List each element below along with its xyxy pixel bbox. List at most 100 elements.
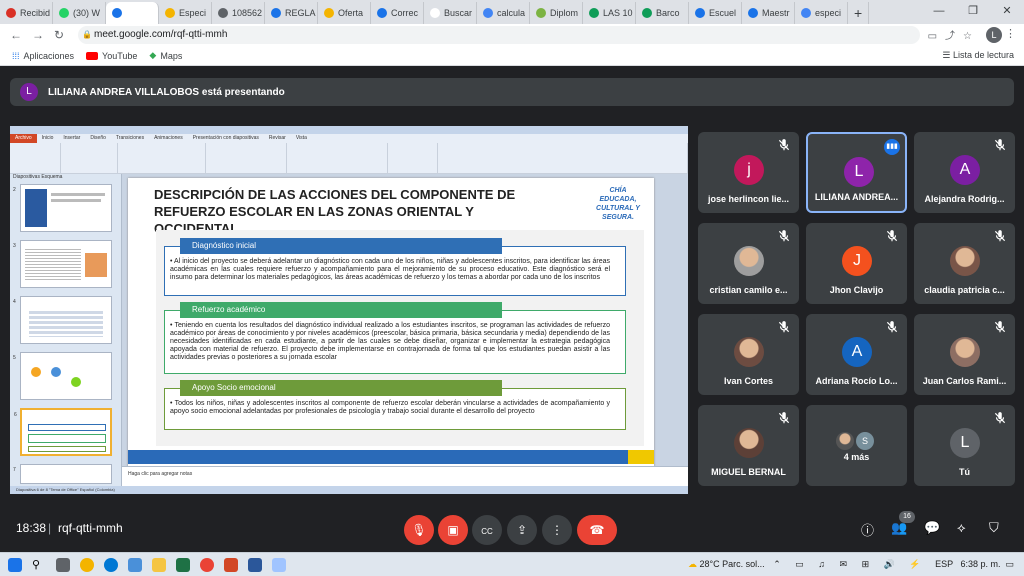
leave-call-button[interactable]: ☎ xyxy=(577,515,617,545)
tray-icons[interactable]: ⌃ ▭ ♫ ✉ ⊞ 🔊 ⚡ xyxy=(773,559,935,569)
browser-tab[interactable]: especi xyxy=(795,2,848,24)
mic-muted-icon xyxy=(777,320,791,334)
file-explorer-icon[interactable] xyxy=(152,558,166,572)
mic-off-button[interactable]: 🎙 xyxy=(404,515,434,545)
ribbon-tab[interactable]: Animaciones xyxy=(149,134,188,143)
language-indicator[interactable]: ESP xyxy=(935,559,953,569)
browser-tab[interactable]: Correc xyxy=(371,2,424,24)
participant-tile[interactable]: A Adriana Rocío Lo... xyxy=(806,314,907,395)
word-icon[interactable] xyxy=(248,558,262,572)
ribbon-tab[interactable]: Insertar xyxy=(58,134,85,143)
camera-off-button[interactable]: ▣ xyxy=(438,515,468,545)
browser-tab[interactable]: Maestr xyxy=(742,2,795,24)
browser-menu-icon[interactable]: ⋮ xyxy=(1005,27,1016,40)
bookmark-youtube[interactable]: YouTube xyxy=(86,51,137,61)
browser-tab[interactable]: Especi xyxy=(159,2,212,24)
mail-icon[interactable] xyxy=(128,558,142,572)
meeting-code: rqf-qtti-mmh xyxy=(58,521,123,535)
participant-tile[interactable]: Juan Carlos Rami... xyxy=(914,314,1015,395)
reading-list-button[interactable]: ☰ Lista de lectura xyxy=(942,50,1014,61)
slide-thumbnail[interactable]: 5 xyxy=(13,352,112,400)
thumbnail-tabs: Diapositivas Esquema xyxy=(13,174,63,180)
participant-tile[interactable]: claudia patricia c... xyxy=(914,223,1015,304)
chat-icon[interactable]: 💬 xyxy=(924,520,940,536)
browser-tab[interactable]: Diplom xyxy=(530,2,583,24)
mic-muted-icon xyxy=(885,320,899,334)
ribbon-tab[interactable]: Vista xyxy=(291,134,312,143)
tab-label: Especi xyxy=(179,8,207,18)
ribbon-tab[interactable]: Revisar xyxy=(264,134,291,143)
info-icon[interactable]: ⓘ xyxy=(861,520,874,539)
forward-icon[interactable]: → xyxy=(32,28,44,42)
notes-pane[interactable]: Haga clic para agregar notas xyxy=(122,466,688,486)
reload-icon[interactable]: ↻ xyxy=(54,28,64,42)
chrome-icon[interactable] xyxy=(80,558,94,572)
participant-tile[interactable]: cristian camilo e... xyxy=(698,223,799,304)
participant-name: 4 más xyxy=(843,452,870,462)
address-bar-action-icons[interactable]: ▭⤴☆ xyxy=(928,27,980,42)
browser-tab[interactable]: 108562 xyxy=(212,2,265,24)
participant-name: LILIANA ANDREA... xyxy=(814,192,899,202)
participant-name: Jhon Clavijo xyxy=(829,285,884,295)
present-button[interactable]: ⇪ xyxy=(507,515,537,545)
profile-avatar[interactable]: L xyxy=(986,27,1002,43)
bookmark-apps[interactable]: ⁞⁞⁞ Aplicaciones xyxy=(12,51,74,61)
participant-tile[interactable]: A Alejandra Rodrig... xyxy=(914,132,1015,213)
ribbon-tab[interactable]: Diseño xyxy=(85,134,111,143)
mic-muted-icon xyxy=(993,138,1007,152)
slide-thumbnail[interactable]: 7 xyxy=(13,464,112,484)
participant-tile[interactable]: Ivan Cortes xyxy=(698,314,799,395)
windows-start-icon[interactable] xyxy=(8,558,22,572)
slide-thumbnail[interactable]: 3 xyxy=(13,240,112,288)
paint-icon[interactable] xyxy=(272,558,286,572)
participant-tile[interactable]: L Tú xyxy=(914,405,1015,486)
slide-thumbnail[interactable]: 2 xyxy=(13,184,112,232)
tab-favicon-icon xyxy=(589,8,599,18)
browser-tab[interactable]: Recibid xyxy=(0,2,53,24)
captions-button[interactable]: CC xyxy=(472,515,502,545)
browser-tab[interactable]: Buscar xyxy=(424,2,477,24)
ribbon-tab[interactable]: Transiciones xyxy=(111,134,149,143)
participant-tile[interactable]: j jose herlincon lie... xyxy=(698,132,799,213)
browser-tab[interactable]: REGLA xyxy=(265,2,318,24)
more-options-button[interactable]: ⋮ xyxy=(542,515,572,545)
edge-icon[interactable] xyxy=(104,558,118,572)
new-tab-button[interactable]: + xyxy=(848,2,870,24)
powerpoint-icon[interactable] xyxy=(224,558,238,572)
browser-tab[interactable]: LAS 10 xyxy=(583,2,636,24)
url-field[interactable]: 🔒 meet.google.com/rqf-qtti-mmh xyxy=(78,26,920,44)
maximize-icon[interactable]: ❐ xyxy=(956,0,990,24)
browser-tab[interactable]: Barco xyxy=(636,2,689,24)
browser-tab[interactable]: Escuel xyxy=(689,2,742,24)
browser-tab[interactable] xyxy=(106,2,159,24)
participant-tile[interactable]: S 4 más xyxy=(806,405,907,486)
system-clock[interactable]: 6:38 p. m. xyxy=(960,559,1000,569)
ribbon-tab[interactable]: Presentación con diapositivas xyxy=(188,134,264,143)
minimize-icon[interactable]: — xyxy=(922,0,956,24)
ribbon-tab[interactable]: Archivo xyxy=(10,134,37,143)
back-icon[interactable]: ← xyxy=(10,28,22,42)
participant-tile[interactable]: MIGUEL BERNAL xyxy=(698,405,799,486)
browser-tab[interactable]: calcula xyxy=(477,2,530,24)
host-controls-icon[interactable]: ⛉ xyxy=(989,520,999,536)
browser-tab[interactable]: Oferta xyxy=(318,2,371,24)
slide-thumbnail-selected[interactable]: 6 xyxy=(14,408,112,456)
slide-footer-bar xyxy=(128,450,654,464)
activities-icon[interactable]: ⟡ xyxy=(957,520,966,536)
slide-thumbnail[interactable]: 4 xyxy=(13,296,112,344)
excel-icon[interactable] xyxy=(176,558,190,572)
bookmark-maps[interactable]: ◆ Maps xyxy=(149,50,182,61)
weather-widget[interactable]: ☁ 28°C Parc. sol... xyxy=(688,559,765,570)
ribbon-tab[interactable]: Inicio xyxy=(37,134,59,143)
tab-label: especi xyxy=(815,8,842,18)
participant-tile[interactable]: L ▮▮▮ LILIANA ANDREA... xyxy=(806,132,907,213)
close-icon[interactable]: ✕ xyxy=(990,0,1024,24)
tab-favicon-icon xyxy=(324,8,334,18)
browser-tab[interactable]: (30) W xyxy=(53,2,106,24)
chrome-meet-icon[interactable] xyxy=(200,558,214,572)
task-view-icon[interactable] xyxy=(56,558,70,572)
participant-tile[interactable]: J Jhon Clavijo xyxy=(806,223,907,304)
notifications-icon[interactable]: ▭ xyxy=(1005,559,1014,569)
speaking-indicator-icon: ▮▮▮ xyxy=(884,139,900,155)
search-icon[interactable]: ⚲ xyxy=(32,558,46,572)
